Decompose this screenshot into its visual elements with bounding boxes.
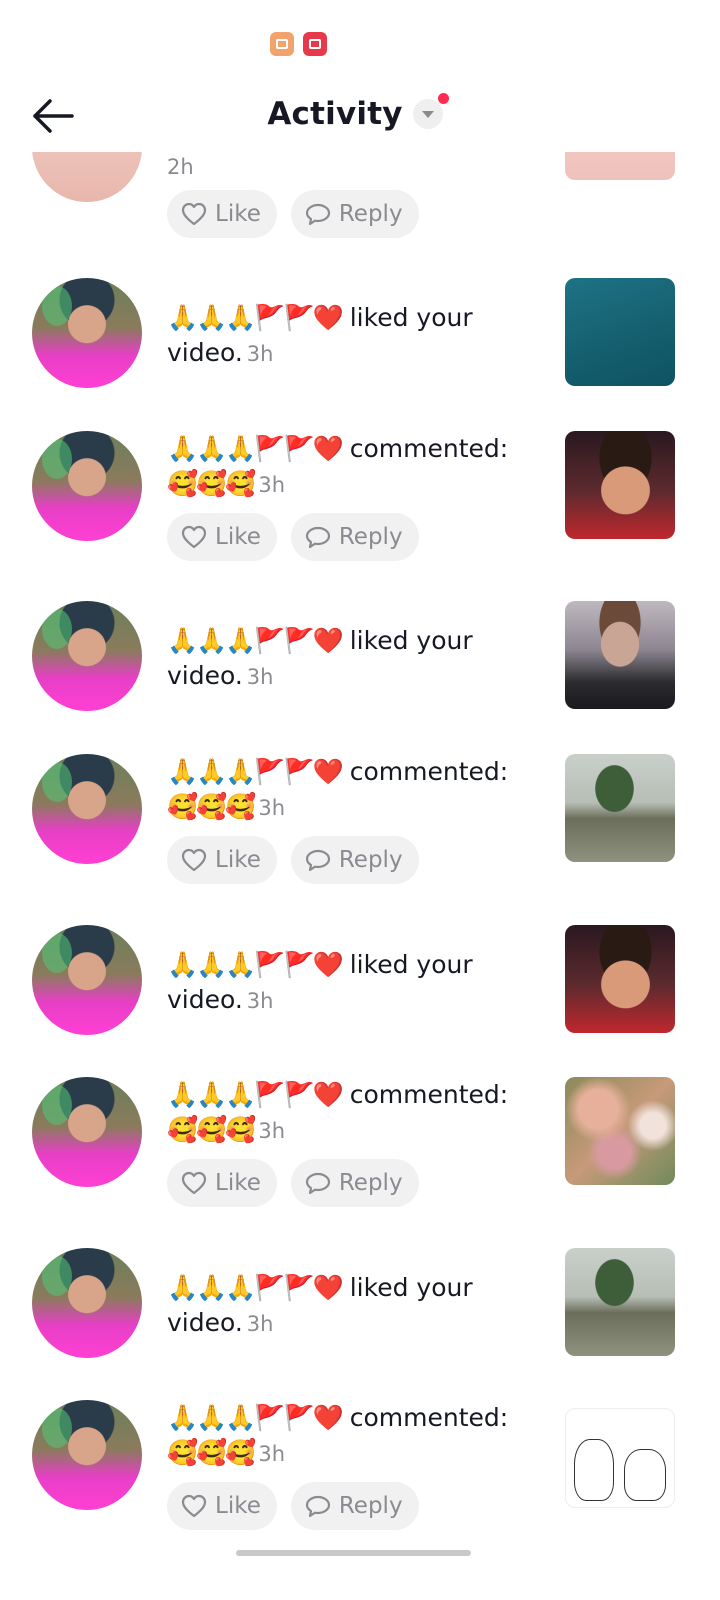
like-label: Like — [215, 201, 261, 227]
username[interactable]: 🙏🙏🙏🚩🚩❤️ — [167, 1080, 344, 1109]
video-thumbnail[interactable] — [565, 754, 675, 862]
avatar[interactable] — [32, 754, 142, 864]
comment-bubble-icon — [305, 526, 330, 549]
timestamp: 3h — [246, 989, 274, 1013]
comment-text: 🥰🥰🥰 — [167, 1115, 256, 1144]
activity-text: commented: — [349, 1080, 509, 1109]
activity-text: commented: — [349, 757, 509, 786]
heart-outline-icon — [181, 525, 207, 549]
avatar[interactable] — [32, 278, 142, 388]
reply-label: Reply — [338, 1493, 403, 1519]
timestamp: 3h — [246, 342, 274, 366]
like-button[interactable]: Like — [167, 513, 277, 561]
comment-bubble-icon — [305, 203, 330, 226]
timestamp: 3h — [258, 1119, 286, 1143]
comment-text: 🥰🥰🥰 — [167, 1438, 256, 1467]
activity-feed[interactable]: 2h Like Reply 🙏🙏🙏🚩🚩❤️ liked your video. 3… — [0, 152, 720, 1547]
reply-button[interactable]: Reply — [290, 513, 419, 561]
page-title: Activity — [267, 96, 403, 132]
username[interactable]: 🙏🙏🙏🚩🚩❤️ — [167, 1273, 344, 1302]
avatar[interactable] — [32, 601, 142, 711]
like-label: Like — [215, 1170, 261, 1196]
timestamp: 3h — [258, 1442, 286, 1466]
reply-label: Reply — [338, 201, 403, 227]
sketch-figure — [574, 1439, 614, 1501]
home-indicator[interactable] — [236, 1550, 471, 1556]
activity-text: liked your — [349, 950, 473, 979]
like-button[interactable]: Like — [167, 1482, 277, 1530]
username[interactable]: 🙏🙏🙏🚩🚩❤️ — [167, 950, 344, 979]
video-app-icon — [303, 32, 327, 56]
avatar[interactable] — [32, 1400, 142, 1510]
activity-text: commented: — [349, 434, 509, 463]
video-thumbnail[interactable] — [565, 601, 675, 709]
heart-outline-icon — [181, 202, 207, 226]
video-thumbnail[interactable] — [565, 1248, 675, 1356]
activity-text: liked your — [349, 1273, 473, 1302]
comment-bubble-icon — [305, 1172, 330, 1195]
video-thumbnail[interactable] — [565, 152, 675, 180]
username[interactable]: 🙏🙏🙏🚩🚩❤️ — [167, 303, 344, 332]
status-bar — [0, 0, 720, 80]
reply-button[interactable]: Reply — [290, 1159, 419, 1207]
avatar[interactable] — [32, 1248, 142, 1358]
activity-filter-dropdown[interactable] — [412, 93, 449, 129]
reply-label: Reply — [338, 524, 403, 550]
activity-text: liked your — [349, 626, 473, 655]
video-thumbnail[interactable] — [565, 278, 675, 386]
comment-text: 🥰🥰🥰 — [167, 469, 256, 498]
reply-label: Reply — [338, 1170, 403, 1196]
activity-text-2: video. — [167, 661, 243, 690]
username[interactable]: 🙏🙏🙏🚩🚩❤️ — [167, 626, 344, 655]
heart-outline-icon — [181, 848, 207, 872]
like-button[interactable]: Like — [167, 1159, 277, 1207]
comment-text: 🥰🥰🥰 — [167, 792, 256, 821]
activity-text-2: video. — [167, 338, 243, 367]
reply-button[interactable]: Reply — [290, 1482, 419, 1530]
like-label: Like — [215, 524, 261, 550]
like-label: Like — [215, 1493, 261, 1519]
timestamp: 3h — [258, 796, 286, 820]
notification-dot — [437, 93, 449, 104]
comment-bubble-icon — [305, 849, 330, 872]
activity-text: liked your — [349, 303, 473, 332]
chevron-down-icon — [421, 110, 434, 118]
sketch-figure — [624, 1449, 666, 1501]
timestamp: 3h — [258, 473, 286, 497]
activity-text-2: video. — [167, 985, 243, 1014]
heart-outline-icon — [181, 1494, 207, 1518]
video-thumbnail[interactable] — [565, 925, 675, 1033]
avatar[interactable] — [32, 431, 142, 541]
header: Activity — [0, 80, 720, 152]
like-label: Like — [215, 847, 261, 873]
username[interactable]: 🙏🙏🙏🚩🚩❤️ — [167, 434, 344, 463]
activity-text: commented: — [349, 1403, 509, 1432]
reply-button[interactable]: Reply — [290, 836, 419, 884]
video-thumbnail[interactable] — [565, 431, 675, 539]
video-thumbnail[interactable] — [565, 1408, 675, 1508]
like-button[interactable]: Like — [167, 836, 277, 884]
username[interactable]: 🙏🙏🙏🚩🚩❤️ — [167, 757, 344, 786]
comment-bubble-icon — [305, 1495, 330, 1518]
timestamp: 3h — [246, 1312, 274, 1336]
avatar[interactable] — [32, 1077, 142, 1187]
heart-outline-icon — [181, 1171, 207, 1195]
activity-text-2: video. — [167, 1308, 243, 1337]
timestamp: 3h — [246, 665, 274, 689]
avatar[interactable] — [32, 925, 142, 1035]
username[interactable]: 🙏🙏🙏🚩🚩❤️ — [167, 1403, 344, 1432]
video-thumbnail[interactable] — [565, 1077, 675, 1185]
timestamp: 2h — [167, 155, 194, 179]
stats-app-icon — [270, 32, 294, 56]
like-button[interactable]: Like — [167, 190, 277, 238]
avatar[interactable] — [32, 152, 142, 202]
reply-label: Reply — [338, 847, 403, 873]
reply-button[interactable]: Reply — [290, 190, 419, 238]
